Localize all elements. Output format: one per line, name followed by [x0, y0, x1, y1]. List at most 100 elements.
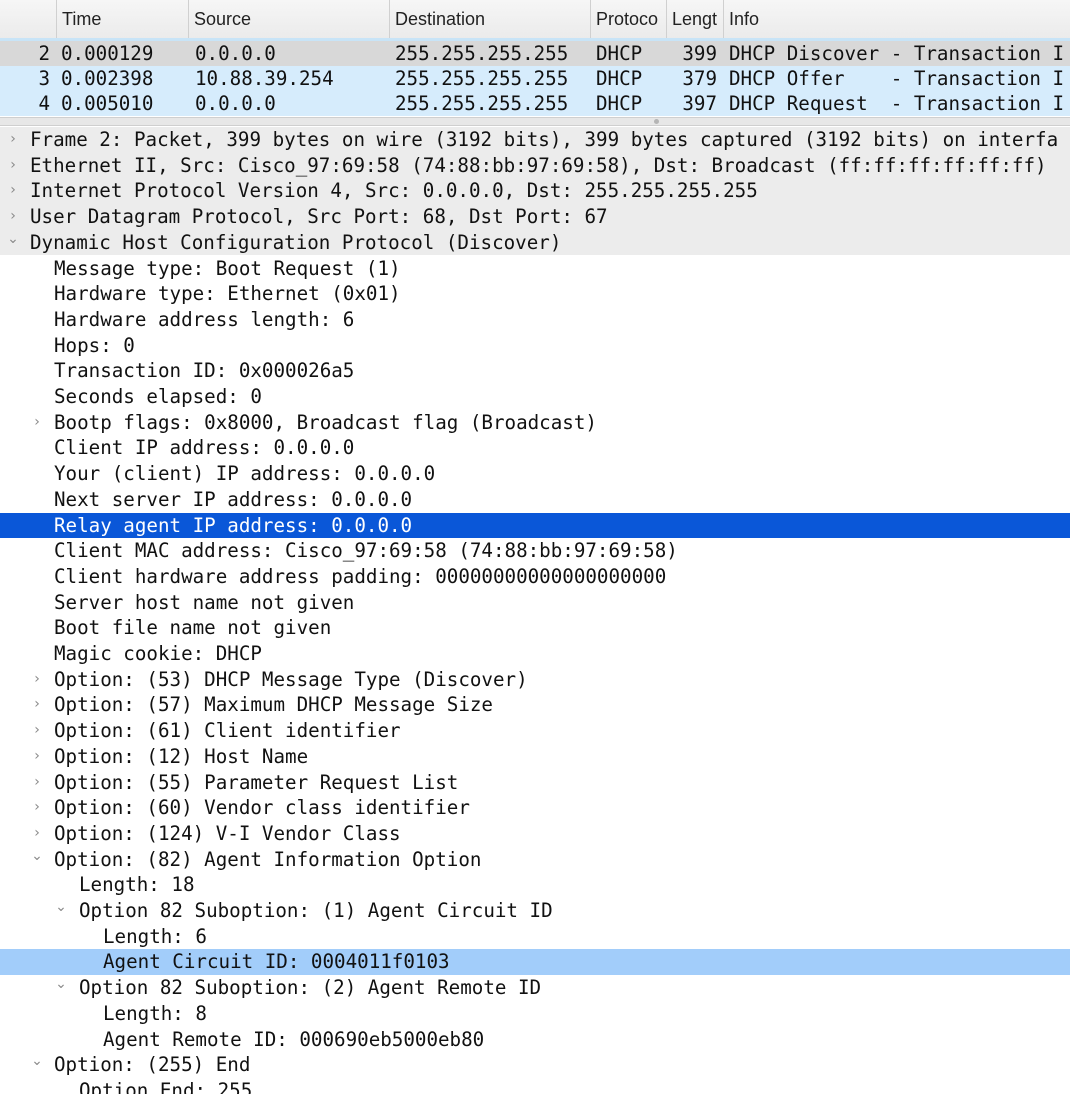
detail-row[interactable]: Client MAC address: Cisco_97:69:58 (74:8…	[0, 538, 1070, 564]
packet-row[interactable]: 2 0.000129 0.0.0.0 255.255.255.255 DHCP …	[0, 41, 1070, 66]
column-header-info[interactable]: Info	[723, 0, 1070, 38]
detail-label: Length: 18	[79, 873, 195, 897]
detail-row[interactable]: Your (client) IP address: 0.0.0.0	[0, 461, 1070, 487]
chevron-right-icon[interactable]: ›	[30, 770, 44, 796]
packet-protocol: DHCP	[596, 92, 643, 115]
detail-row[interactable]: › Option: (57) Maximum DHCP Message Size	[0, 692, 1070, 718]
detail-row[interactable]: Message type: Boot Request (1)	[0, 256, 1070, 282]
detail-row[interactable]: ⌄ Option 82 Suboption: (1) Agent Circuit …	[0, 898, 1070, 924]
packet-number: 3	[38, 67, 50, 90]
detail-label: Hardware type: Ethernet (0x01)	[54, 282, 401, 306]
detail-row[interactable]: Seconds elapsed: 0	[0, 384, 1070, 410]
detail-label: Agent Remote ID: 000690eb5000eb80	[103, 1027, 485, 1051]
detail-row[interactable]: Agent Remote ID: 000690eb5000eb80	[0, 1027, 1070, 1053]
detail-row[interactable]: Length: 18	[0, 872, 1070, 898]
detail-row[interactable]: › Ethernet II, Src: Cisco_97:69:58 (74:88…	[0, 152, 1070, 179]
detail-label: Option: (61) Client identifier	[54, 719, 401, 743]
detail-row[interactable]: › Option: (124) V-I Vendor Class	[0, 821, 1070, 847]
detail-row[interactable]: Server host name not given	[0, 590, 1070, 616]
packet-number: 2	[38, 42, 50, 65]
chevron-right-icon[interactable]: ›	[6, 178, 20, 204]
chevron-right-icon[interactable]: ›	[6, 204, 20, 230]
chevron-down-icon[interactable]: ⌄	[30, 847, 44, 873]
chevron-right-icon[interactable]: ›	[30, 744, 44, 770]
column-header-no[interactable]	[0, 0, 56, 38]
detail-row[interactable]: › Bootp flags: 0x8000, Broadcast flag (Br…	[0, 410, 1070, 436]
detail-label: Your (client) IP address: 0.0.0.0	[54, 462, 436, 486]
detail-row[interactable]: › Option: (53) DHCP Message Type (Discove…	[0, 667, 1070, 693]
detail-row[interactable]: Length: 6	[0, 924, 1070, 950]
detail-row[interactable]: Client hardware address padding: 0000000…	[0, 564, 1070, 590]
chevron-right-icon[interactable]: ›	[30, 410, 44, 436]
chevron-right-icon[interactable]: ›	[30, 692, 44, 718]
packet-protocol: DHCP	[596, 42, 643, 65]
detail-row[interactable]: Next server IP address: 0.0.0.0	[0, 487, 1070, 513]
detail-row[interactable]: Length: 8	[0, 1001, 1070, 1027]
detail-label: Option: (82) Agent Information Option	[54, 847, 482, 871]
chevron-right-icon[interactable]: ›	[30, 718, 44, 744]
detail-label: Frame 2: Packet, 399 bytes on wire (3192…	[30, 128, 1059, 151]
chevron-down-icon[interactable]: ⌄	[54, 975, 68, 1001]
packet-time: 0.000129	[61, 42, 154, 65]
detail-label: Client IP address: 0.0.0.0	[54, 436, 355, 460]
detail-row[interactable]: Agent Circuit ID: 0004011f0103	[0, 949, 1070, 976]
column-header-time[interactable]: Time	[56, 0, 188, 38]
detail-row[interactable]: Hardware address length: 6	[0, 307, 1070, 333]
chevron-down-icon[interactable]: ⌄	[6, 230, 20, 256]
column-header-source[interactable]: Source	[188, 0, 389, 38]
detail-label: Bootp flags: 0x8000, Broadcast flag (Bro…	[54, 410, 597, 434]
chevron-right-icon[interactable]: ›	[6, 127, 20, 153]
pane-splitter[interactable]	[0, 117, 1070, 126]
detail-row[interactable]: ⌄ Option: (255) End	[0, 1052, 1070, 1078]
detail-row[interactable]: › Internet Protocol Version 4, Src: 0.0.0…	[0, 178, 1070, 205]
packet-length: 397	[682, 92, 717, 115]
detail-row[interactable]: Boot file name not given	[0, 615, 1070, 641]
packet-number: 4	[38, 92, 50, 115]
detail-row[interactable]: Client IP address: 0.0.0.0	[0, 435, 1070, 461]
detail-row[interactable]: › Option: (60) Vendor class identifier	[0, 795, 1070, 821]
detail-row[interactable]: › Option: (12) Host Name	[0, 744, 1070, 770]
detail-row[interactable]: › User Datagram Protocol, Src Port: 68, D…	[0, 204, 1070, 230]
chevron-right-icon[interactable]: ›	[30, 795, 44, 821]
packet-info: DHCP Discover - Transaction I	[729, 42, 1065, 65]
chevron-right-icon[interactable]: ›	[30, 821, 44, 847]
detail-row[interactable]: ⌄ Option 82 Suboption: (2) Agent Remote I…	[0, 975, 1070, 1001]
detail-row[interactable]: Hardware type: Ethernet (0x01)	[0, 281, 1070, 307]
column-header-length[interactable]: Lengt	[666, 0, 723, 38]
column-header-destination[interactable]: Destination	[389, 0, 590, 38]
packet-source: 0.0.0.0	[195, 92, 276, 115]
detail-label: Client MAC address: Cisco_97:69:58 (74:8…	[54, 539, 678, 563]
detail-row[interactable]: Option End: 255	[0, 1078, 1070, 1094]
detail-label: Option: (255) End	[54, 1053, 251, 1077]
detail-row[interactable]: › Option: (61) Client identifier	[0, 718, 1070, 744]
chevron-right-icon[interactable]: ›	[6, 153, 20, 179]
detail-label: Boot file name not given	[54, 616, 332, 640]
packet-row[interactable]: 3 0.002398 10.88.39.254 255.255.255.255 …	[0, 66, 1070, 91]
detail-label: Seconds elapsed: 0	[54, 385, 262, 408]
detail-label: Ethernet II, Src: Cisco_97:69:58 (74:88:…	[30, 153, 1047, 177]
packet-destination: 255.255.255.255	[395, 92, 569, 115]
packet-details-tree: › Frame 2: Packet, 399 bytes on wire (319…	[0, 127, 1070, 1094]
detail-row[interactable]: Magic cookie: DHCP	[0, 641, 1070, 667]
column-header-protocol[interactable]: Protoco	[590, 0, 666, 38]
packet-source: 0.0.0.0	[195, 42, 276, 65]
packet-info: DHCP Offer - Transaction I	[729, 67, 1065, 90]
detail-row[interactable]: › Frame 2: Packet, 399 bytes on wire (319…	[0, 127, 1070, 153]
chevron-down-icon[interactable]: ⌄	[30, 1052, 44, 1078]
splitter-grip-icon[interactable]	[654, 119, 659, 124]
detail-label: Transaction ID: 0x000026a5	[54, 359, 355, 383]
detail-label: Option: (12) Host Name	[54, 744, 309, 768]
detail-row[interactable]: › Option: (55) Parameter Request List	[0, 770, 1070, 796]
chevron-down-icon[interactable]: ⌄	[54, 898, 68, 924]
detail-row[interactable]: Hops: 0	[0, 333, 1070, 359]
packet-row[interactable]: 4 0.005010 0.0.0.0 255.255.255.255 DHCP …	[0, 91, 1070, 116]
detail-row[interactable]: Transaction ID: 0x000026a5	[0, 358, 1070, 384]
detail-row[interactable]: ⌄ Dynamic Host Configuration Protocol (Di…	[0, 229, 1070, 256]
packet-time: 0.005010	[61, 92, 154, 115]
chevron-right-icon[interactable]: ›	[30, 667, 44, 693]
detail-label: Next server IP address: 0.0.0.0	[54, 487, 413, 511]
detail-label: Option: (55) Parameter Request List	[54, 770, 459, 794]
detail-row[interactable]: Relay agent IP address: 0.0.0.0	[0, 512, 1070, 539]
detail-row[interactable]: ⌄ Option: (82) Agent Information Option	[0, 847, 1070, 873]
detail-label: Server host name not given	[54, 590, 355, 614]
